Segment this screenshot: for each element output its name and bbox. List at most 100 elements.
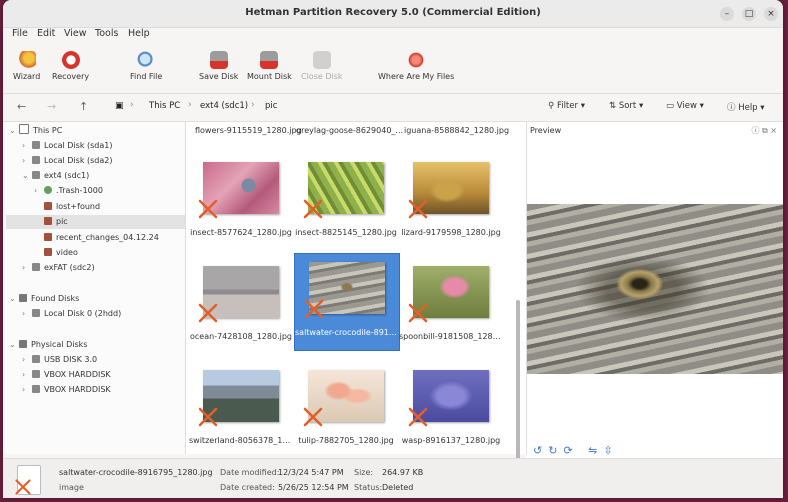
size-value: 264.97 KB — [382, 468, 424, 477]
navigation-bar: ← → ↑ ▣ › This PC › ext4 (sdc1) › pic ⚲ … — [3, 93, 783, 122]
forward-icon[interactable]: → — [47, 100, 56, 113]
preview-title: Preview — [530, 126, 562, 135]
tree-label: USB DISK 3.0 — [44, 355, 98, 364]
tree-this-pc[interactable]: ⌄ This PC — [9, 124, 62, 138]
chevron-right-icon[interactable]: › — [22, 368, 32, 382]
menu-edit[interactable]: Edit — [37, 28, 55, 39]
tree-local-sda1[interactable]: › Local Disk (sda1) — [22, 139, 112, 153]
tree-video[interactable]: video — [44, 246, 78, 260]
sort-label: Sort — [618, 101, 637, 111]
help-label: Help — [738, 103, 758, 113]
mount-disk-icon — [260, 51, 279, 69]
file-item[interactable]: ocean-7428108_1280.jpg — [189, 258, 293, 354]
up-icon[interactable]: ↑ — [79, 100, 88, 113]
file-item[interactable]: spoonbill-9181508_1280.j... — [399, 258, 503, 354]
file-name: lizard-9179598_1280.jpg — [401, 228, 501, 237]
title-bar: Hetman Partition Recovery 5.0 (Commercia… — [3, 0, 783, 28]
recovery-button[interactable]: Recovery — [52, 51, 89, 81]
where-are-my-files-button[interactable]: Where Are My Files — [378, 51, 454, 81]
filter-button[interactable]: ⚲ Filter ▾ — [548, 101, 585, 111]
file-name[interactable]: iguana-8588842_1280.jpg — [404, 126, 509, 135]
disk-icon — [32, 370, 40, 378]
breadcrumb-ext4[interactable]: ext4 (sdc1) — [200, 101, 248, 111]
file-item[interactable]: insect-8825145_1280.jpg — [294, 154, 398, 250]
save-disk-button[interactable]: Save Disk — [199, 51, 238, 81]
deleted-mark-icon — [408, 199, 428, 219]
tree-found-disks[interactable]: ⌄ Found Disks — [9, 292, 79, 306]
file-item[interactable]: switzerland-8056378_128... — [189, 362, 293, 458]
app-window: Hetman Partition Recovery 5.0 (Commercia… — [3, 0, 783, 498]
tree-trash[interactable]: › .Trash-1000 — [34, 184, 103, 198]
menu-tools[interactable]: Tools — [95, 28, 118, 39]
disk-icon — [32, 355, 40, 363]
chevron-down-icon[interactable]: ⌄ — [22, 169, 32, 183]
tree-lost-found[interactable]: lost+found — [44, 200, 100, 214]
minimize-button[interactable]: – — [720, 7, 734, 21]
chevron-right-icon[interactable]: › — [22, 261, 32, 275]
chevron-right-icon[interactable]: › — [22, 383, 32, 397]
tree-usb-disk[interactable]: › USB DISK 3.0 — [22, 353, 97, 367]
chevron-right-icon[interactable]: › — [22, 307, 32, 321]
rotate-right-icon[interactable]: ↻ — [548, 444, 563, 457]
breadcrumb-pic[interactable]: pic — [265, 101, 277, 111]
vertical-scrollbar[interactable] — [516, 300, 520, 460]
tree-ext4[interactable]: ⌄ ext4 (sdc1) — [22, 169, 89, 183]
file-name: wasp-8916137_1280.jpg — [401, 436, 501, 445]
file-name: switzerland-8056378_128... — [189, 436, 293, 445]
help-button[interactable]: ⓘ Help ▾ — [727, 101, 765, 113]
sort-button[interactable]: ⇅ Sort ▾ — [609, 101, 643, 111]
file-name: spoonbill-9181508_1280.j... — [399, 332, 503, 341]
computer-icon: ▣ — [115, 101, 124, 111]
chevron-right-icon[interactable]: › — [34, 184, 44, 198]
tree-exfat[interactable]: › exFAT (sdc2) — [22, 261, 95, 275]
disk-icon — [32, 263, 40, 271]
tree-vbox-harddisk[interactable]: › VBOX HARDDISK — [22, 383, 111, 397]
chevron-right-icon[interactable]: › — [22, 154, 32, 168]
tree-physical-disks[interactable]: ⌄ Physical Disks — [9, 338, 87, 352]
mount-disk-button[interactable]: Mount Disk — [247, 51, 292, 81]
disk-icon — [32, 171, 40, 179]
file-name[interactable]: greylag-goose-8629040_... — [296, 126, 403, 135]
tree-local-disk-0[interactable]: › Local Disk 0 (2hdd) — [22, 307, 121, 321]
menu-view[interactable]: View — [64, 28, 87, 39]
wizard-button[interactable]: Wizard — [13, 51, 40, 81]
file-item[interactable]: tulip-7882705_1280.jpg — [294, 362, 398, 458]
file-item[interactable]: wasp-8916137_1280.jpg — [399, 362, 503, 458]
preview-panel: Preview ⓘ ⧉ × ↺↻⟳ ⇋⇳ — [527, 122, 783, 458]
rotate-left-icon[interactable]: ↺ — [533, 444, 548, 457]
flip-vertical-icon[interactable]: ⇳ — [603, 444, 618, 457]
size-label: Size: — [354, 468, 374, 477]
file-item[interactable]: insect-8577624_1280.jpg — [189, 154, 293, 250]
tree-local-sda2[interactable]: › Local Disk (sda2) — [22, 154, 112, 168]
chevron-down-icon[interactable]: ⌄ — [9, 338, 19, 352]
menu-help[interactable]: Help — [128, 28, 150, 39]
chevron-right-icon[interactable]: › — [22, 353, 32, 367]
chevron-down-icon[interactable]: ⌄ — [9, 292, 19, 306]
tree-pic[interactable]: pic — [6, 215, 185, 229]
maximize-button[interactable]: □ — [742, 7, 756, 21]
menu-file[interactable]: File — [12, 28, 28, 39]
breadcrumb-this-pc[interactable]: This PC — [149, 101, 180, 111]
view-button[interactable]: ▭ View ▾ — [666, 101, 704, 111]
chevron-down-icon[interactable]: ⌄ — [9, 124, 19, 138]
file-type-icon — [15, 465, 41, 495]
flip-horizontal-icon[interactable]: ⇋ — [588, 444, 603, 457]
file-name[interactable]: flowers-9115519_1280.jpg — [195, 126, 302, 135]
disk-icon — [32, 385, 40, 393]
tree-label: Found Disks — [31, 294, 80, 303]
chevron-right-icon[interactable]: › — [22, 139, 32, 153]
file-item[interactable]: lizard-9179598_1280.jpg — [399, 154, 503, 250]
tree-label: ext4 (sdc1) — [44, 171, 90, 180]
deleted-mark-icon — [198, 407, 218, 427]
info-icon[interactable]: ⓘ — [751, 126, 759, 135]
refresh-icon[interactable]: ⟳ — [563, 444, 578, 457]
close-disk-button[interactable]: Close Disk — [301, 51, 343, 81]
tree-vbox-harddisk[interactable]: › VBOX HARDDISK — [22, 368, 111, 382]
restore-icon[interactable]: ⧉ — [762, 126, 768, 135]
tree-recent-changes[interactable]: recent_changes_04.12.24 — [44, 231, 159, 245]
close-button[interactable]: × — [764, 7, 778, 21]
find-file-button[interactable]: Find File — [130, 51, 162, 81]
back-icon[interactable]: ← — [17, 100, 26, 113]
file-item-selected[interactable]: saltwater-crocodile-8916... — [294, 253, 400, 351]
close-icon[interactable]: × — [770, 126, 777, 135]
